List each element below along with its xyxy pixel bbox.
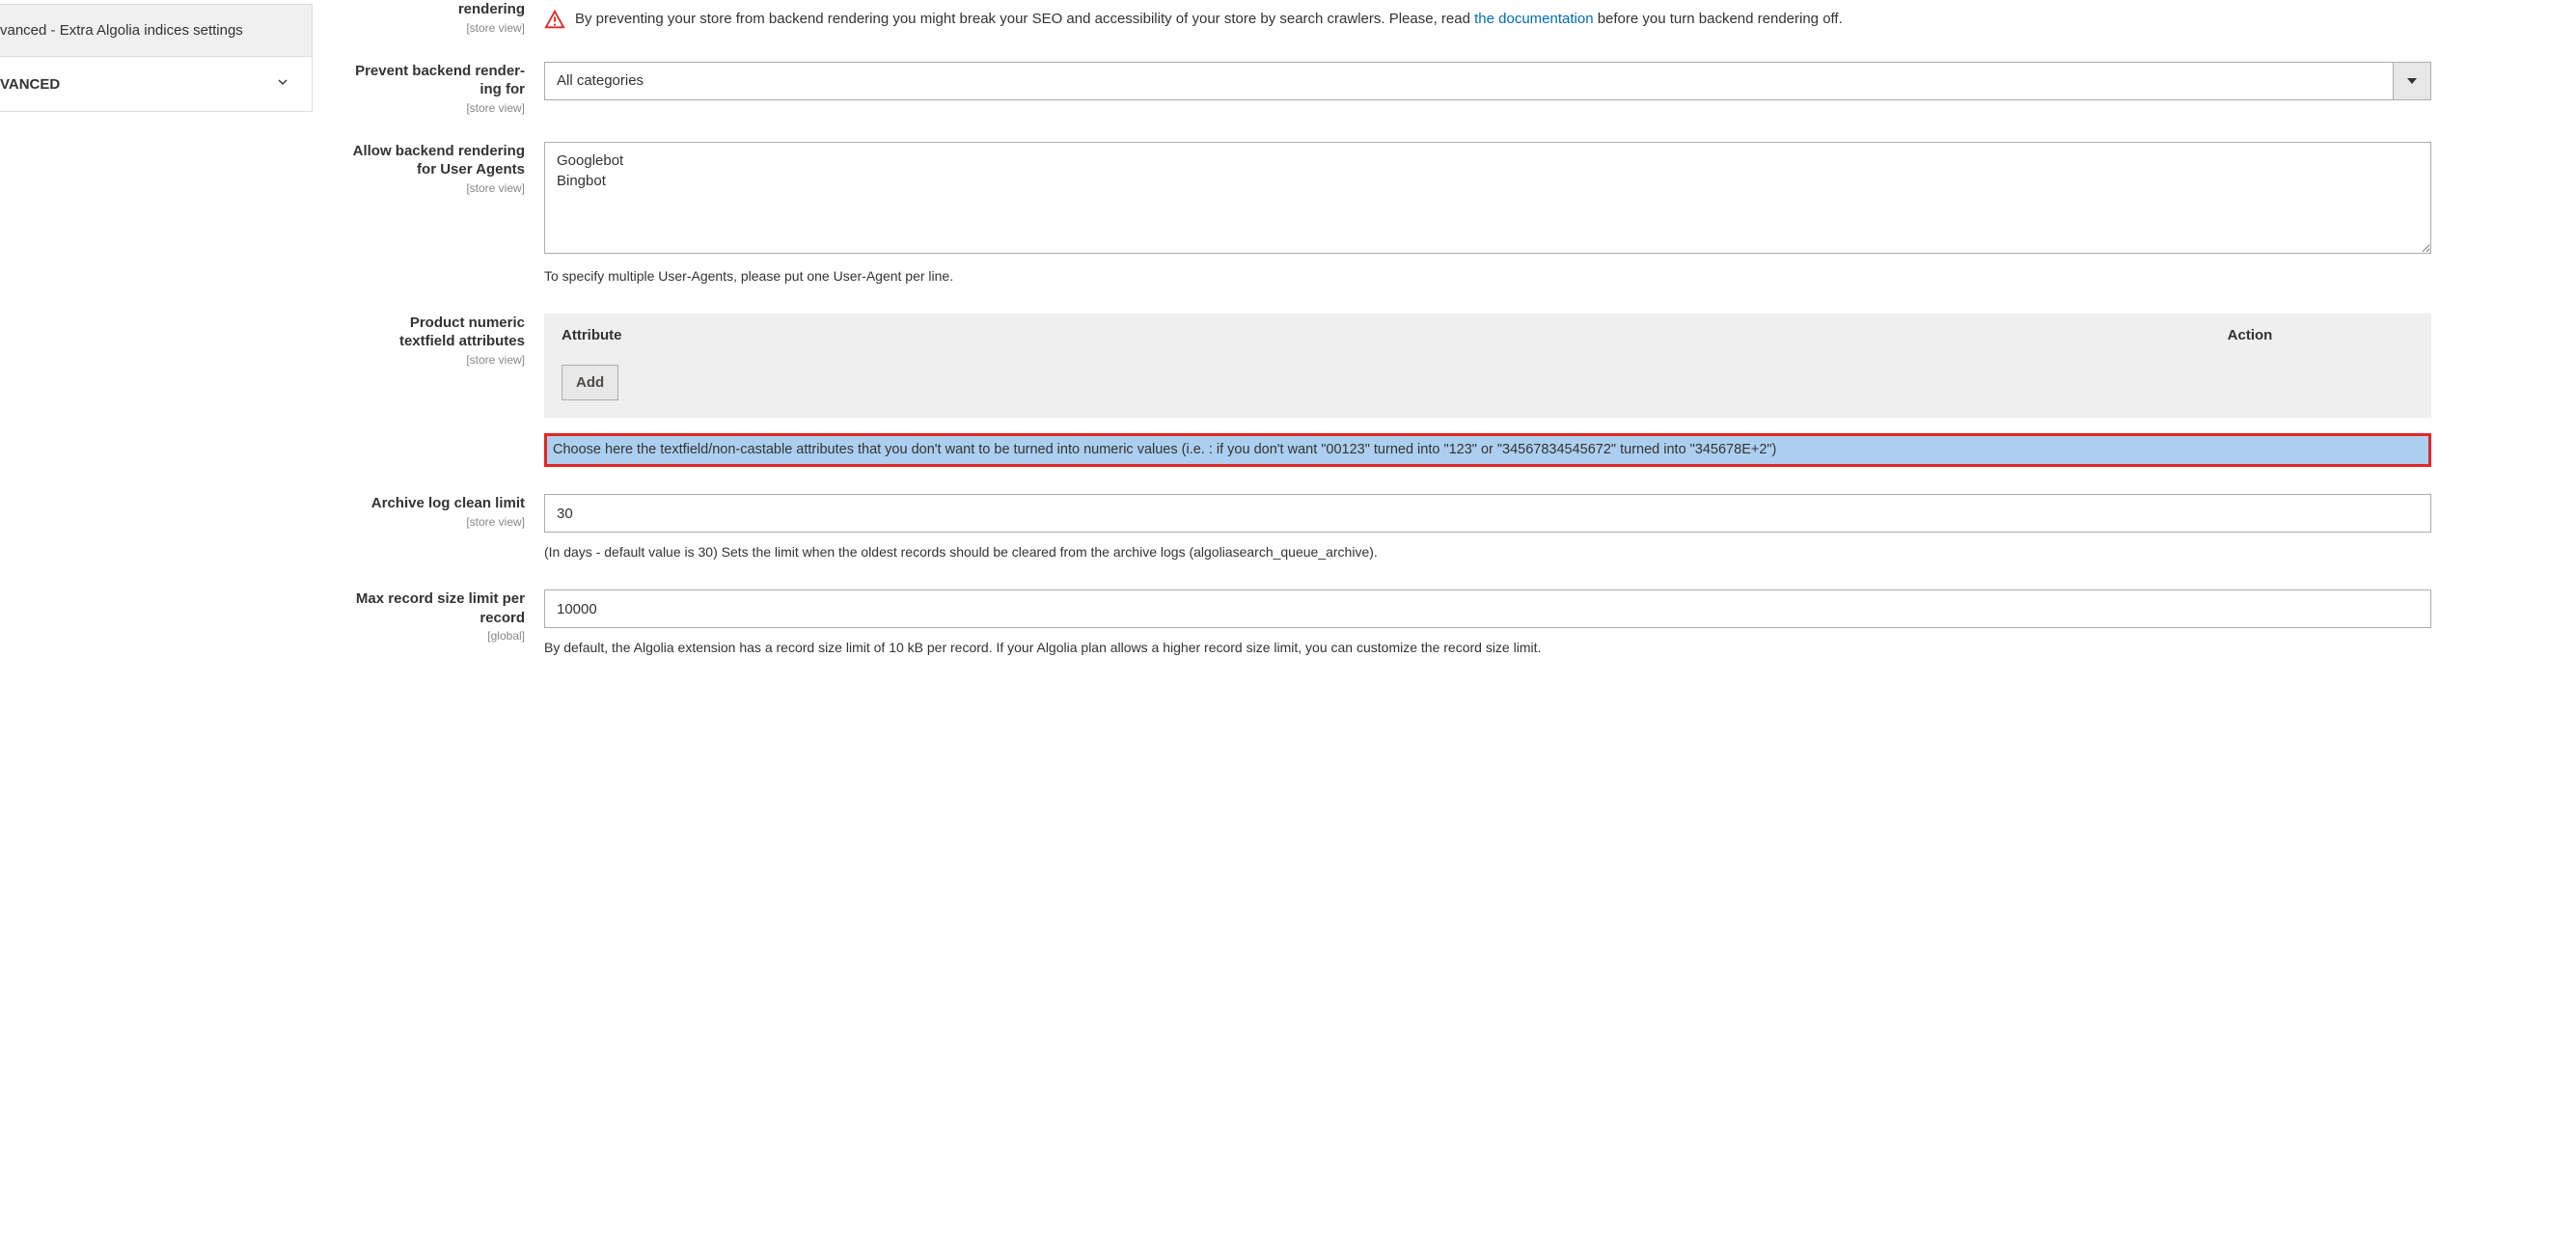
max-record-input[interactable] [544,589,2431,628]
warning-message: By preventing your store from backend re… [544,8,2431,34]
field-numeric-attributes: Product numeric textfield attributes [st… [351,314,2431,468]
config-form: rendering [store view] Yes By preventing… [313,4,2576,1260]
dropdown-button[interactable] [2393,62,2431,100]
field-note: By default, the Algolia extension has a … [544,638,2431,658]
field-prevent-backend-for: Prevent backend render­ing for [store vi… [351,62,2431,115]
field-label: Max record size limit per record [351,589,525,627]
field-label: Prevent backend render­ing for [351,62,525,99]
scope-label: [store view] [351,21,525,35]
config-sidebar: vanced - Extra Algolia indices settings … [0,4,313,1260]
table-header: Attribute Action [544,314,2431,353]
warning-icon [544,10,565,34]
user-agents-textarea[interactable] [544,142,2431,254]
warning-text-prefix: By preventing your store from backend re… [575,11,1474,27]
documentation-link[interactable]: the documentation [1474,11,1593,27]
field-note: (In days - default value is 30) Sets the… [544,542,2431,562]
sidebar-item-advanced[interactable]: VANCED [0,57,313,112]
scope-label: [store view] [351,515,525,529]
field-label: Allow backend rendering for User Agents [351,142,525,179]
sidebar-item-label: vanced - Extra Algolia indices settings [0,22,243,39]
scope-label: [store view] [351,353,525,367]
field-allow-user-agents: Allow backend rendering for User Agents … [351,142,2431,287]
field-backend-rendering: rendering [store view] Yes By preventing… [351,0,2431,35]
attributes-table: Attribute Action Add [544,314,2431,418]
highlighted-note: Choose here the textfield/non-castable a… [544,433,2431,468]
field-label: Product numeric textfield attributes [351,314,525,351]
field-archive-limit: Archive log clean limit [store view] (In… [351,494,2431,562]
chevron-down-icon [275,74,290,94]
scope-label: [global] [351,629,525,643]
col-header-action: Action [2086,327,2414,343]
warning-text-suffix: before you turn backend rendering off. [1594,11,1843,27]
field-label: Archive log clean limit [351,494,525,513]
add-button[interactable]: Add [562,365,618,400]
sidebar-item-extra-indices[interactable]: vanced - Extra Algolia indices settings [0,4,313,57]
archive-limit-input[interactable] [544,494,2431,533]
sidebar-item-label: VANCED [0,76,60,93]
field-max-record-size: Max record size limit per record [global… [351,589,2431,658]
scope-label: [store view] [351,181,525,195]
field-label: rendering [351,0,525,19]
field-note: To specify multiple User-Agents, please … [544,266,2431,287]
select-value: All categories [544,62,2431,100]
prevent-for-select[interactable]: All categories [544,62,2431,100]
scope-label: [store view] [351,101,525,115]
col-header-attribute: Attribute [562,327,2086,343]
